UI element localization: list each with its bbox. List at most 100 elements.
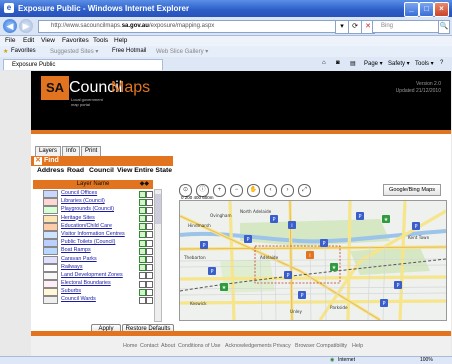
map-marker[interactable]: P: [284, 271, 292, 279]
layer-link[interactable]: Boat Ramps: [61, 246, 91, 254]
layer-link[interactable]: Visitor Information Centres: [61, 230, 125, 238]
map-marker[interactable]: P: [412, 222, 420, 230]
search-icon[interactable]: 🔍: [438, 20, 450, 34]
svg-text:P: P: [382, 301, 385, 307]
collapse-icon[interactable]: ✕: [34, 157, 42, 165]
home-icon[interactable]: ⌂: [322, 60, 326, 66]
scroll-thumb[interactable]: [155, 194, 161, 224]
find-tab-council[interactable]: Council: [89, 167, 114, 174]
google-bing-maps-button[interactable]: Google/Bing Maps: [383, 184, 441, 196]
zoom-out-icon[interactable]: −: [230, 184, 243, 197]
map-marker[interactable]: P: [208, 267, 216, 275]
menu-help[interactable]: Help: [114, 37, 127, 44]
svg-text:P: P: [210, 269, 213, 275]
layer-link[interactable]: Caravan Parks: [61, 255, 97, 263]
layer-row: Caravan Parks: [33, 255, 153, 264]
zoom-level[interactable]: 100%: [420, 357, 433, 363]
map-marker[interactable]: ★: [220, 283, 228, 291]
find-tab-address[interactable]: Address: [37, 167, 64, 174]
minimize-button[interactable]: _: [404, 2, 419, 17]
footer-link-about[interactable]: About: [161, 343, 175, 349]
footer-link-browser-compatibility[interactable]: Browser Compatibility: [295, 343, 347, 349]
menu-tools[interactable]: Tools: [93, 37, 108, 44]
layer-toggle-icons[interactable]: ◆◆: [140, 180, 149, 189]
page-menu[interactable]: Page ▾: [364, 60, 383, 67]
map-canvas[interactable]: P i P ★ P i P P P ★ P ★ P P P P North Ad…: [180, 201, 446, 320]
map-marker[interactable]: P: [244, 235, 252, 243]
footer-link-help[interactable]: Help: [352, 343, 363, 349]
version-line: Version 2.0: [415, 81, 441, 87]
safety-menu[interactable]: Safety ▾: [388, 60, 410, 67]
footer-link-acknowledgements[interactable]: Acknowledgements: [225, 343, 272, 349]
layer-link[interactable]: Suburbs: [61, 287, 81, 295]
footer-link-conditions[interactable]: Conditions of Use: [178, 343, 221, 349]
maximize-button[interactable]: □: [419, 2, 434, 17]
favorites-button[interactable]: Favorites: [11, 48, 36, 54]
layer-label-checkbox[interactable]: [146, 296, 153, 304]
logo-maps: Maps: [111, 79, 151, 96]
layer-row: Council Wards: [33, 295, 153, 305]
url-input[interactable]: http://www.sacouncilmaps.sa.gov.au/expos…: [38, 20, 336, 33]
browser-tab[interactable]: Exposure Public: [3, 59, 163, 70]
footer-link-contact[interactable]: Contact: [140, 343, 159, 349]
tools-menu[interactable]: Tools ▾: [415, 60, 434, 67]
menu-bar: File Edit View Favorites Tools Help: [0, 36, 452, 46]
map-marker[interactable]: P: [356, 212, 364, 220]
suggested-sites-link[interactable]: Suggested Sites ▾: [50, 48, 98, 55]
print-icon[interactable]: ▤: [350, 60, 356, 67]
layer-link[interactable]: Heritage Sites: [61, 214, 95, 222]
map-marker[interactable]: ★: [382, 215, 390, 223]
close-button[interactable]: ×: [434, 2, 449, 17]
svg-text:P: P: [414, 224, 417, 230]
next-extent-icon[interactable]: ›: [281, 184, 294, 197]
layer-list-header: Layer Name ◆◆: [33, 180, 153, 189]
search-input[interactable]: Bing: [372, 20, 446, 33]
refresh-icon[interactable]: ⟳: [348, 20, 362, 34]
layer-link[interactable]: Education/Child Care: [61, 222, 112, 230]
full-screen-icon[interactable]: ⤢: [298, 184, 311, 197]
layer-visible-checkbox[interactable]: [139, 296, 146, 304]
map-view[interactable]: P i P ★ P i P P P ★ P ★ P P P P North Ad…: [179, 200, 447, 321]
map-marker[interactable]: i: [288, 221, 296, 229]
address-bar: ◀ ▶ http://www.sacouncilmaps.sa.gov.au/e…: [0, 17, 452, 36]
layer-list-scrollbar[interactable]: [154, 189, 162, 322]
zoom-in-icon[interactable]: +: [213, 184, 226, 197]
menu-file[interactable]: File: [5, 37, 15, 44]
map-marker[interactable]: P: [380, 299, 388, 307]
svg-text:★: ★: [332, 265, 337, 271]
web-slice-gallery-link[interactable]: Web Slice Gallery ▾: [156, 48, 208, 55]
free-hotmail-link[interactable]: Free Hotmail: [112, 48, 146, 54]
menu-edit[interactable]: Edit: [23, 37, 34, 44]
url-dropdown-icon[interactable]: ▾: [335, 20, 349, 34]
svg-text:P: P: [246, 237, 249, 243]
map-marker[interactable]: P: [270, 215, 278, 223]
layer-link[interactable]: Playgrounds (Council): [61, 205, 114, 213]
layer-link[interactable]: Railways: [61, 263, 83, 271]
menu-view[interactable]: View: [41, 37, 55, 44]
forward-button[interactable]: ▶: [19, 19, 33, 33]
feeds-icon[interactable]: ◙: [336, 60, 340, 66]
find-tab-view-entire-state[interactable]: View Entire State: [117, 167, 172, 174]
map-marker[interactable]: P: [200, 241, 208, 249]
layer-link[interactable]: Council Wards: [61, 295, 96, 303]
map-marker[interactable]: ★: [330, 263, 338, 271]
previous-extent-icon[interactable]: ‹: [264, 184, 277, 197]
map-marker[interactable]: i: [306, 251, 314, 259]
footer-link-privacy[interactable]: Privacy: [273, 343, 291, 349]
pan-icon[interactable]: ✋: [247, 184, 260, 197]
back-button[interactable]: ◀: [3, 19, 17, 33]
help-icon[interactable]: ?: [440, 60, 443, 66]
find-tab-road[interactable]: Road: [67, 167, 84, 174]
layer-link[interactable]: Public Toilets (Council): [61, 238, 115, 246]
layer-link[interactable]: Electoral Boundaries: [61, 279, 111, 287]
layer-row: Education/Child Care: [33, 222, 153, 231]
url-domain: sa.gov.au: [121, 23, 149, 29]
menu-favorites[interactable]: Favorites: [62, 37, 89, 44]
layer-link[interactable]: Council Offices: [61, 189, 97, 197]
footer-link-home[interactable]: Home: [123, 343, 137, 349]
layer-link[interactable]: Libraries (Council): [61, 197, 105, 205]
map-marker[interactable]: P: [320, 239, 328, 247]
layer-link[interactable]: Land Development Zones: [61, 271, 123, 279]
map-marker[interactable]: P: [394, 281, 402, 289]
map-marker[interactable]: P: [298, 291, 306, 299]
